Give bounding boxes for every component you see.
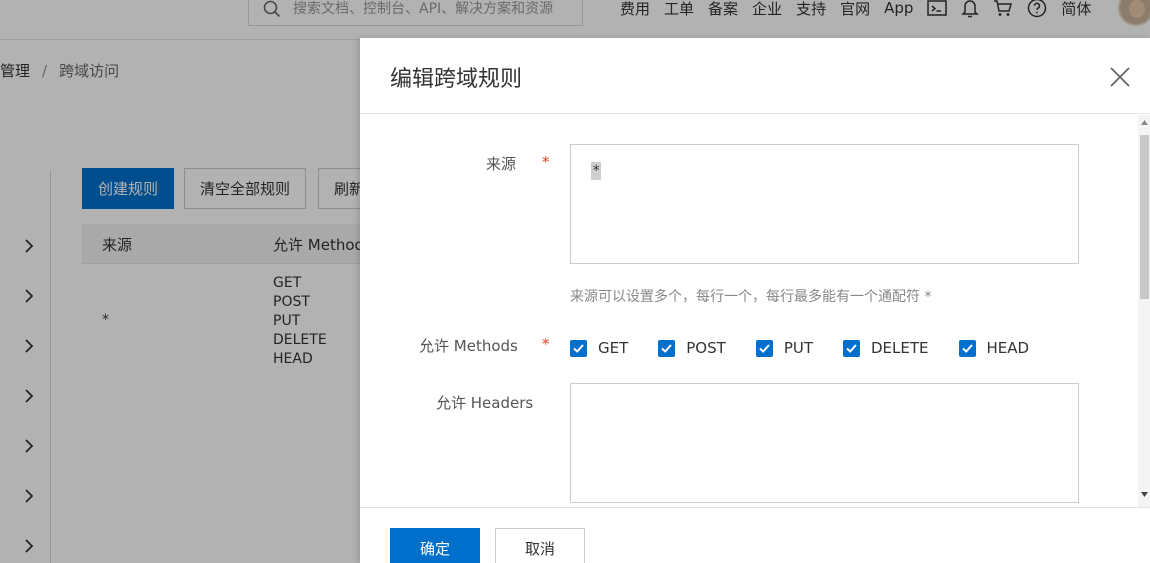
checkbox-label: PUT bbox=[783, 339, 813, 357]
drawer-footer: 确定 取消 bbox=[360, 507, 1150, 563]
origin-value: * bbox=[591, 162, 602, 180]
scroll-up-arrow-icon[interactable] bbox=[1140, 119, 1149, 127]
drawer-title: 编辑跨域规则 bbox=[390, 67, 523, 92]
checkbox-checked-icon bbox=[843, 339, 860, 357]
checkbox-delete[interactable]: DELETE bbox=[843, 339, 929, 357]
required-mark: * bbox=[542, 153, 550, 171]
checkbox-head[interactable]: HEAD bbox=[958, 339, 1030, 357]
origin-hint: 来源可以设置多个，每行一个，每行最多能有一个通配符 * bbox=[570, 289, 932, 305]
checkbox-checked-icon bbox=[658, 339, 676, 357]
origin-textarea[interactable]: * bbox=[570, 144, 1079, 264]
origin-label: 来源 bbox=[486, 155, 517, 173]
checkbox-label: POST bbox=[686, 339, 726, 357]
methods-checkbox-group: GET POST PUT DELETE HEAD bbox=[570, 338, 1059, 358]
drawer-header: 编辑跨域规则 bbox=[360, 38, 1150, 114]
checkbox-get[interactable]: GET bbox=[570, 339, 628, 357]
scroll-down-arrow-icon[interactable] bbox=[1140, 490, 1149, 498]
required-mark: * bbox=[542, 335, 550, 353]
close-icon[interactable] bbox=[1108, 65, 1132, 89]
confirm-button[interactable]: 确定 bbox=[390, 528, 480, 563]
cancel-button[interactable]: 取消 bbox=[495, 528, 585, 563]
checkbox-checked-icon bbox=[570, 339, 587, 357]
headers-textarea[interactable] bbox=[570, 383, 1079, 503]
headers-label: 允许 Headers bbox=[436, 394, 534, 412]
checkbox-post[interactable]: POST bbox=[658, 339, 726, 357]
checkbox-label: HEAD bbox=[986, 339, 1030, 357]
checkbox-put[interactable]: PUT bbox=[755, 339, 813, 357]
methods-label: 允许 Methods bbox=[419, 337, 518, 355]
scrollbar-thumb[interactable] bbox=[1140, 135, 1149, 299]
checkbox-checked-icon bbox=[755, 339, 773, 357]
edit-cors-rule-drawer: 编辑跨域规则 来源 * * 来源可以设置多个，每行一个，每行最多能有一个通配符 … bbox=[360, 38, 1150, 563]
checkbox-checked-icon bbox=[958, 339, 976, 357]
checkbox-label: GET bbox=[598, 339, 629, 357]
checkbox-label: DELETE bbox=[871, 339, 929, 357]
